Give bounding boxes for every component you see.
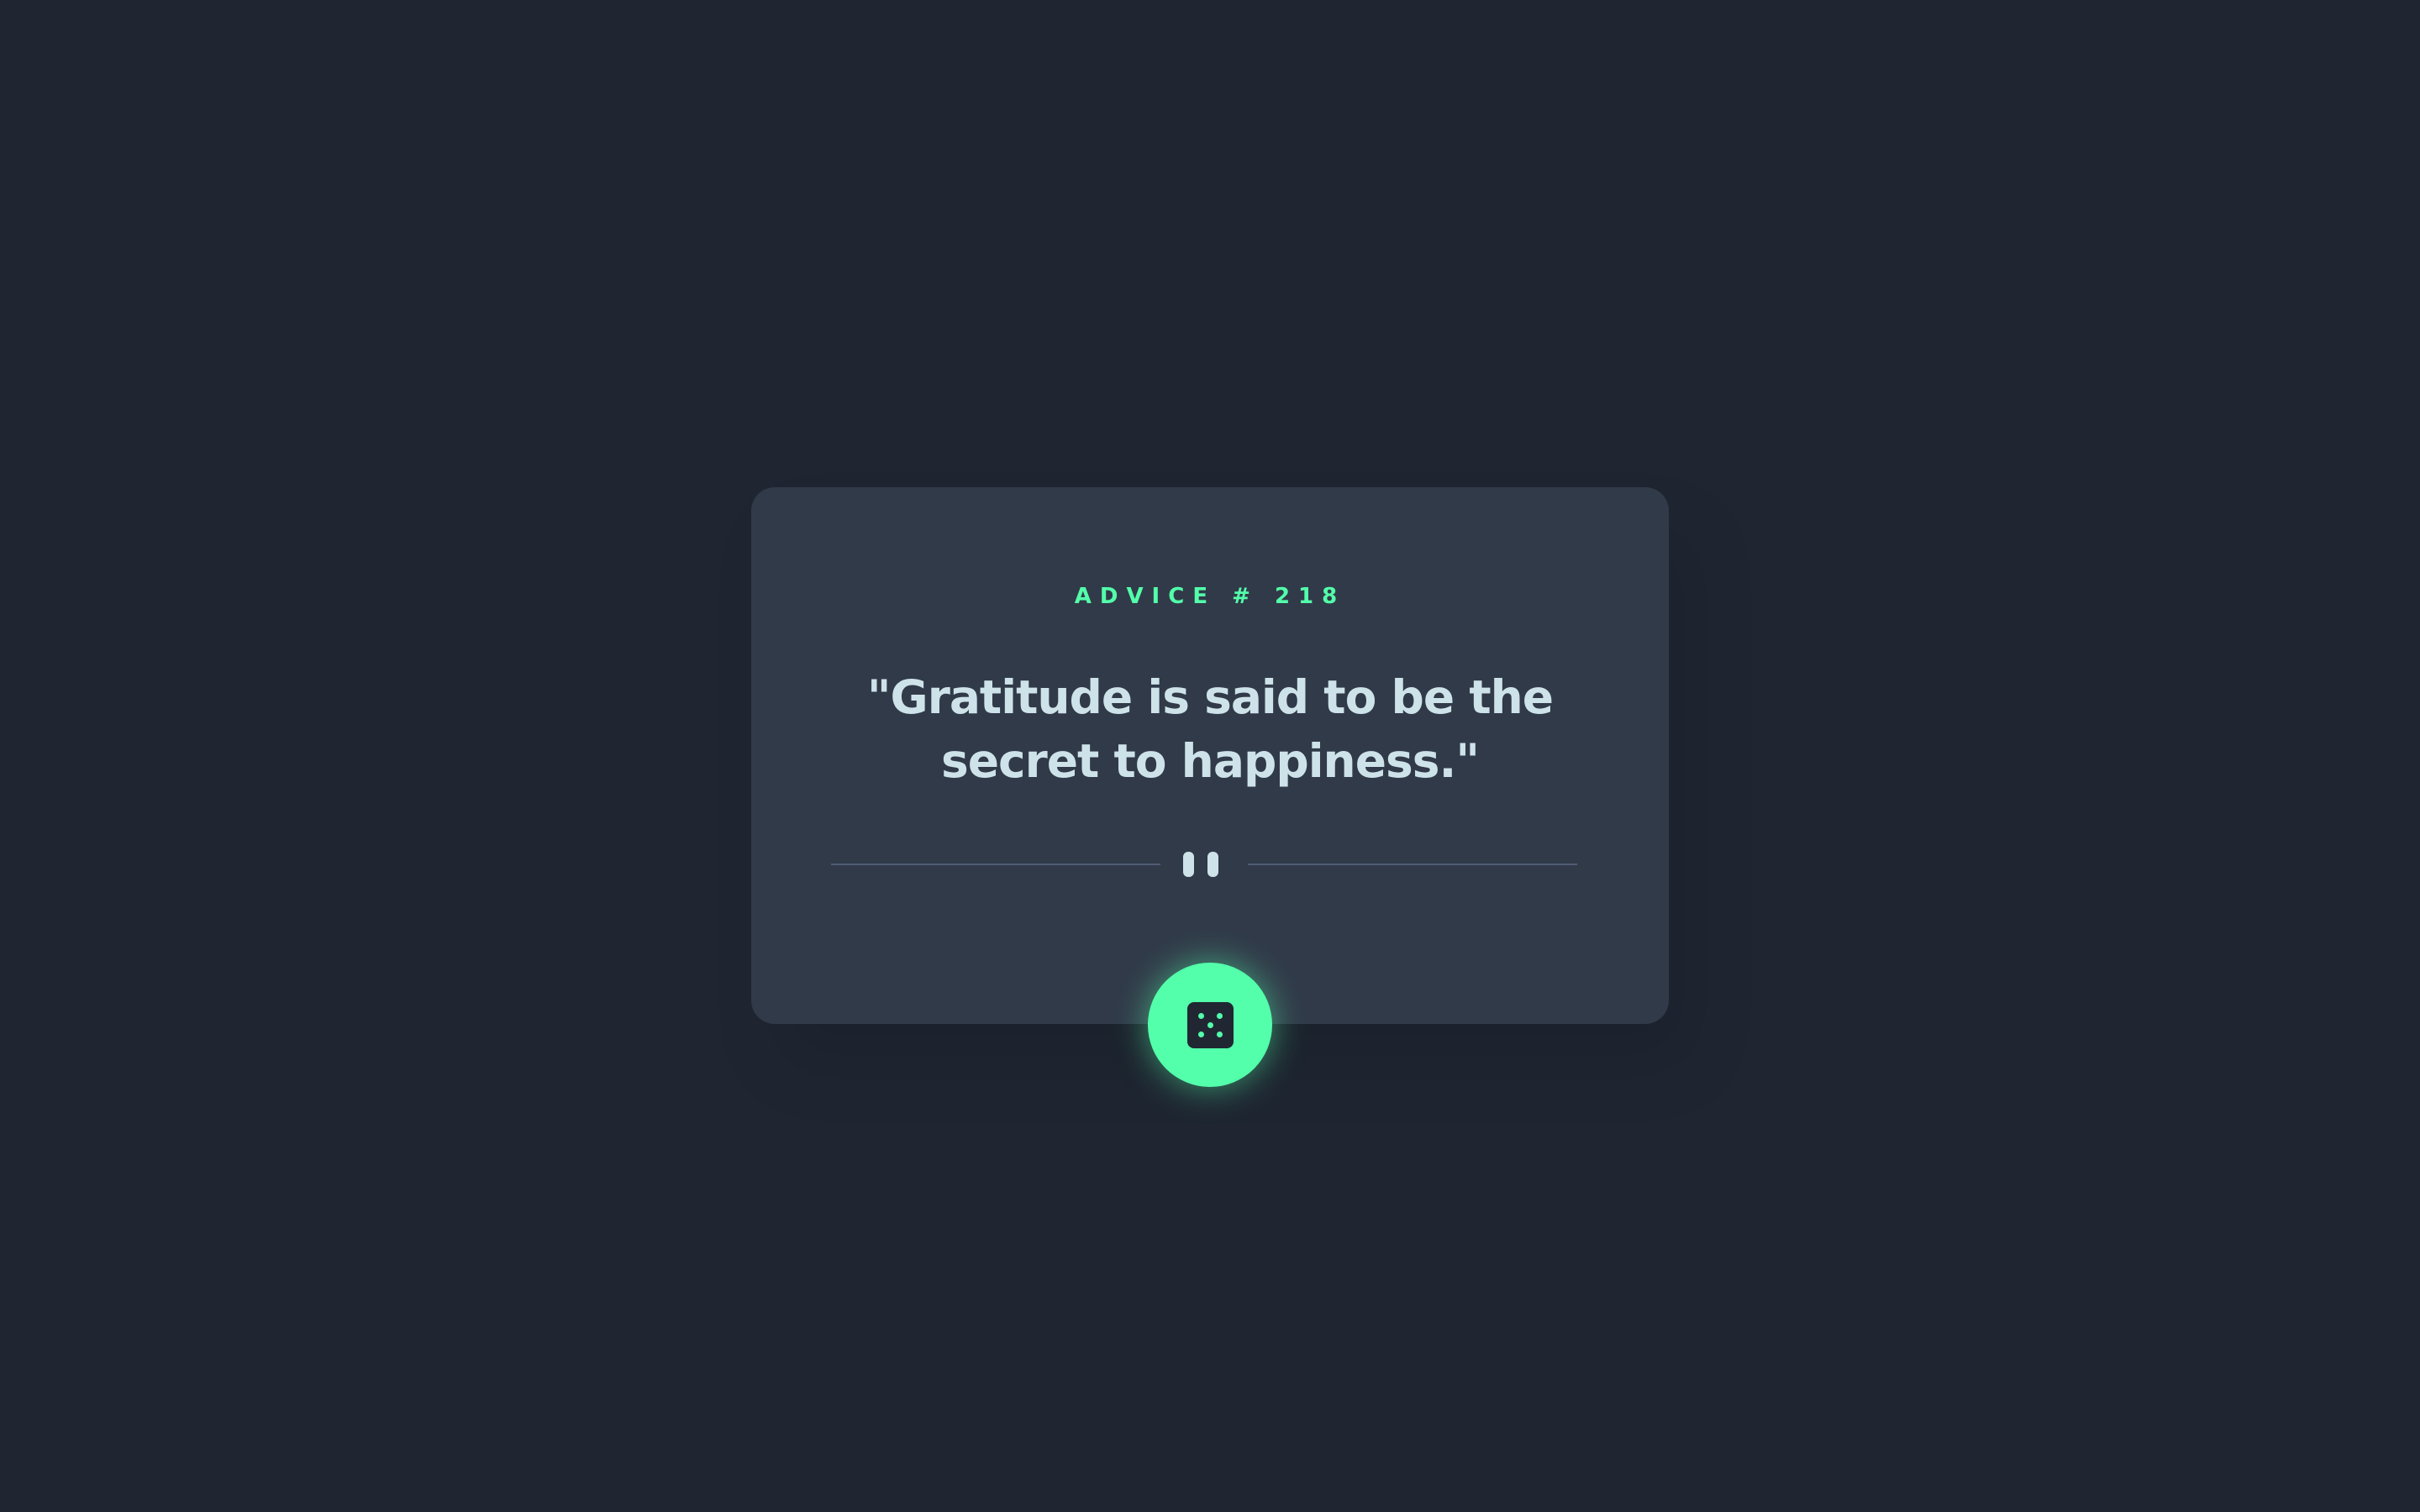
dice-dot (1207, 1022, 1213, 1028)
divider-line-right (1248, 864, 1577, 865)
advice-card: ADVICE # 218 "Gratitude is said to be th… (751, 487, 1669, 1024)
new-advice-button[interactable] (1148, 963, 1272, 1087)
advice-id-label: ADVICE # 218 (1074, 584, 1346, 609)
pattern-divider (831, 852, 1577, 877)
page-background: ADVICE # 218 "Gratitude is said to be th… (0, 0, 2420, 1512)
dice-dot (1198, 1013, 1204, 1019)
pause-bar-left (1183, 852, 1194, 877)
pause-icon (1183, 852, 1218, 877)
dice-dot (1198, 1032, 1204, 1037)
divider-line-left (831, 864, 1160, 865)
pause-bar-right (1207, 852, 1218, 877)
dice-dot (1217, 1032, 1223, 1037)
advice-quote: "Gratitude is said to be the secret to h… (866, 670, 1554, 788)
dice-icon (1187, 1002, 1234, 1048)
dice-dot (1217, 1013, 1223, 1019)
